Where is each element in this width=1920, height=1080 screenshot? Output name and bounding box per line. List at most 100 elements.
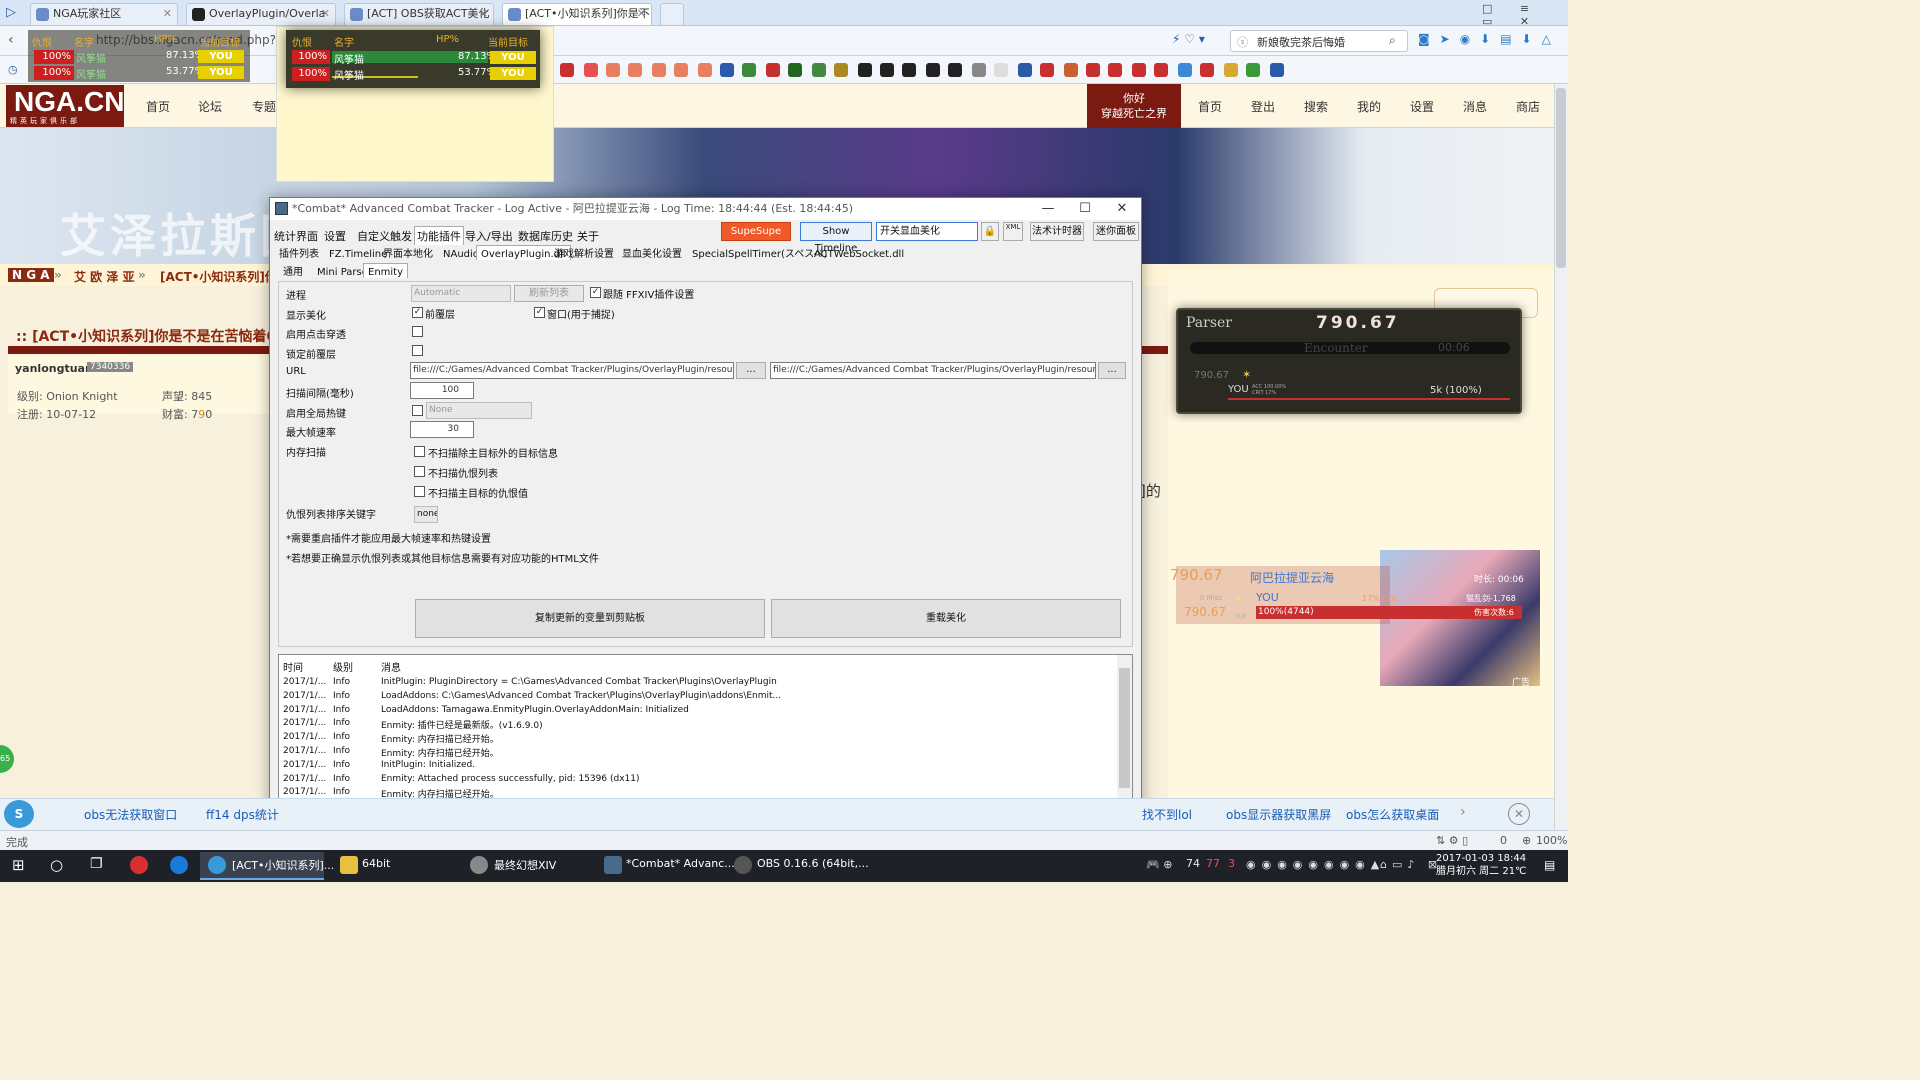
plugin-tab-localize[interactable]: 界面本地化 xyxy=(383,247,433,262)
log-scroll-thumb[interactable] xyxy=(1119,668,1130,788)
browser-tab-nga[interactable]: NGA玩家社区 ✕ xyxy=(30,3,178,25)
nav-home[interactable]: 首页 xyxy=(146,98,170,115)
subtab-general[interactable]: 通用 xyxy=(283,265,303,280)
log-col-message[interactable]: 消息 xyxy=(381,659,401,674)
url-browse-button-2[interactable]: ... xyxy=(1098,362,1126,379)
nav-mine[interactable]: 我的 xyxy=(1357,98,1381,115)
follow-ffxiv-checkbox[interactable]: ✓ xyxy=(590,287,601,298)
maximize-button[interactable]: ☐ xyxy=(1067,198,1103,220)
nav-topic[interactable]: 专题 xyxy=(252,98,276,115)
bookmark-icon[interactable] xyxy=(788,63,802,77)
bookmark-icon[interactable] xyxy=(1270,63,1284,77)
taskbar-item-ffxiv[interactable]: 最终幻想XIV xyxy=(494,857,556,873)
plugin-tab-websocket[interactable]: ACTWebSocket.dll xyxy=(814,247,904,262)
nav-shop[interactable]: 商店 xyxy=(1516,98,1540,115)
bookmark-icon[interactable] xyxy=(1064,63,1078,77)
window-controls[interactable]: □ ≡ ▭ ✕ xyxy=(1482,2,1568,28)
beautify-select[interactable]: 开关显血美化 xyxy=(876,222,978,241)
reload-overlay-button[interactable]: 重载美化 xyxy=(771,599,1121,638)
nav-settings[interactable]: 设置 xyxy=(1410,98,1434,115)
history-icon[interactable]: ◷ xyxy=(8,63,18,76)
url-browse-button[interactable]: ... xyxy=(736,362,766,379)
search-box[interactable]: ⓢ 新娘敬完茶后悔婚 ⌕ xyxy=(1230,30,1408,52)
close-tab-icon[interactable]: ✕ xyxy=(321,4,330,24)
start-icon[interactable]: ⊞ xyxy=(12,857,28,873)
tab-stats[interactable]: 统计界面 xyxy=(274,228,318,244)
bookmark-icon[interactable] xyxy=(742,63,756,77)
bookmark-icon[interactable] xyxy=(1154,63,1168,77)
url-input[interactable]: file:///C:/Games/Advanced Combat Tracker… xyxy=(410,362,734,379)
copy-vars-button[interactable]: 复制更新的变量到剪贴板 xyxy=(415,599,765,638)
bookmark-icon[interactable] xyxy=(1040,63,1054,77)
bookmark-icon[interactable] xyxy=(1178,63,1192,77)
bookmark-icon[interactable] xyxy=(1224,63,1238,77)
clickthrough-checkbox[interactable] xyxy=(412,326,423,337)
bookmark-icon[interactable] xyxy=(698,63,712,77)
tab-triggers[interactable]: 自定义触发 xyxy=(357,228,412,244)
url-input-2[interactable]: file:///C:/Games/Advanced Combat Tracker… xyxy=(770,362,1096,379)
tab-import-export[interactable]: 导入/导出 xyxy=(465,228,513,244)
bookmark-icon[interactable] xyxy=(972,63,986,77)
edge-icon[interactable] xyxy=(170,856,188,874)
log-col-time[interactable]: 时间 xyxy=(283,659,303,674)
bookmark-icon[interactable] xyxy=(1018,63,1032,77)
plugin-tab-spellstimer[interactable]: SpecialSpellTimer(スペスペ) xyxy=(692,247,827,262)
sidebar-toggle-icon[interactable]: ▷ xyxy=(6,5,22,21)
plugin-tab-list[interactable]: 插件列表 xyxy=(279,247,319,262)
zoom-level[interactable]: 100% xyxy=(1536,834,1567,847)
log-col-level[interactable]: 级别 xyxy=(333,659,353,674)
notification-icon[interactable]: ▤ xyxy=(1544,858,1555,872)
bookmark-icon[interactable] xyxy=(858,63,872,77)
bookmark-icon[interactable] xyxy=(766,63,780,77)
weibo-icon[interactable] xyxy=(130,856,148,874)
task-view-icon[interactable]: ❐ xyxy=(90,856,103,872)
bookmark-icon[interactable] xyxy=(720,63,734,77)
search-icon[interactable]: ⌕ xyxy=(1389,33,1396,48)
taskbar-item-obs[interactable]: OBS 0.16.6 (64bit,... xyxy=(757,857,869,870)
github-icon[interactable] xyxy=(902,63,916,77)
side-badge[interactable]: 65 xyxy=(0,745,14,773)
bookmark-icon[interactable] xyxy=(834,63,848,77)
close-button[interactable]: ✕ xyxy=(1104,198,1140,220)
browser-tab-active[interactable]: [ACT•小知识系列]你是不 ✕ xyxy=(502,3,652,25)
tab-db-history[interactable]: 数据库历史 xyxy=(518,228,573,244)
nav-forum[interactable]: 论坛 xyxy=(198,98,222,115)
bookmark-icon[interactable] xyxy=(1108,63,1122,77)
lock-icon[interactable]: 🔒 xyxy=(981,222,999,241)
plugin-tab-naudio[interactable]: NAudio xyxy=(443,247,479,262)
taskbar-item-folder[interactable]: 64bit xyxy=(362,857,390,870)
tab-settings[interactable]: 设置 xyxy=(324,228,346,244)
clock[interactable]: 2017-01-03 18:44 腊月初六 周二 21℃ xyxy=(1436,852,1526,878)
supe-button[interactable]: SupeSupe xyxy=(721,222,791,241)
github-icon[interactable] xyxy=(948,63,962,77)
cortana-icon[interactable]: ○ xyxy=(50,856,63,874)
bookmark-icon[interactable] xyxy=(606,63,620,77)
status-icons[interactable]: ⇅ ⚙ ▯ xyxy=(1436,834,1468,847)
bookmark-icon[interactable] xyxy=(674,63,688,77)
toolbar-icons[interactable]: ◙➤◉⬇▤⬇△ xyxy=(1418,32,1561,46)
new-tab-button[interactable] xyxy=(660,3,684,25)
front-layer-checkbox[interactable]: ✓ xyxy=(412,307,423,318)
fps-input[interactable]: 30 xyxy=(410,421,474,438)
bookmark-icon[interactable] xyxy=(1086,63,1100,77)
taskbar-item-act[interactable]: *Combat* Advanc... xyxy=(626,857,735,870)
close-tab-icon[interactable]: ✕ xyxy=(479,4,488,24)
nav-search[interactable]: 搜索 xyxy=(1304,98,1328,115)
plugin-tab-parse-settings[interactable]: 游戏解析设置 xyxy=(554,247,614,262)
refresh-list-button[interactable]: 刷新列表 xyxy=(514,285,584,302)
bookmark-icon[interactable] xyxy=(1246,63,1260,77)
poster-name[interactable]: yanlongtuan xyxy=(15,362,93,375)
nga-logo[interactable]: NGA.CN 精英玩家俱乐部 xyxy=(6,85,124,127)
bookmark-icon[interactable] xyxy=(1132,63,1146,77)
close-tab-icon[interactable]: ✕ xyxy=(163,4,172,24)
lock-checkbox[interactable] xyxy=(412,345,423,356)
plugin-tab-beautify-settings[interactable]: 显血美化设置 xyxy=(622,247,682,262)
mem-opt2-checkbox[interactable] xyxy=(414,466,425,477)
subtab-miniparse[interactable]: Mini Parse xyxy=(317,265,368,280)
page-scroll-thumb[interactable] xyxy=(1556,88,1566,268)
user-box[interactable]: 你好 穿越死亡之界 xyxy=(1087,84,1181,128)
related-search-4[interactable]: obs显示器获取黑屏 xyxy=(1226,806,1331,823)
bookmark-icon[interactable] xyxy=(1200,63,1214,77)
related-search-2[interactable]: ff14 dps统计 xyxy=(206,806,279,823)
next-arrow-icon[interactable]: › xyxy=(1460,804,1466,820)
